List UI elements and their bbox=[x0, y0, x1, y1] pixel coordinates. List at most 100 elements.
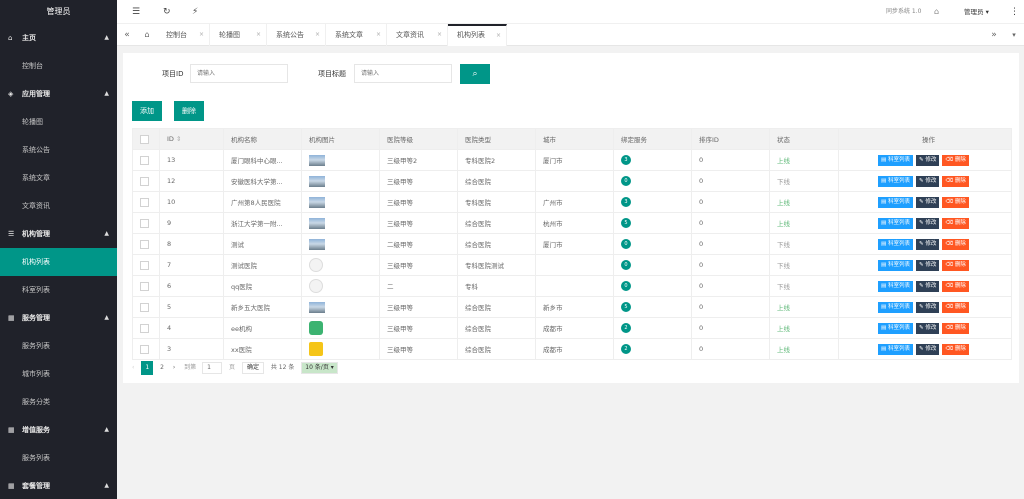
sidebar-item[interactable]: 控制台 bbox=[0, 52, 117, 80]
home-tab-icon[interactable]: ⌂ bbox=[137, 24, 157, 46]
sidebar-item[interactable]: 机构列表 bbox=[0, 248, 117, 276]
row-checkbox[interactable] bbox=[140, 344, 149, 354]
tab[interactable]: 机构列表 × bbox=[448, 24, 507, 46]
row-checkbox[interactable] bbox=[140, 239, 149, 249]
row-checkbox[interactable] bbox=[140, 176, 149, 186]
search-id-input[interactable] bbox=[190, 64, 288, 83]
close-icon[interactable]: × bbox=[256, 24, 261, 46]
delete-row-button[interactable]: ⌫ 删除 bbox=[942, 154, 969, 166]
delete-row-button[interactable]: ⌫ 删除 bbox=[942, 217, 969, 229]
sidebar-group[interactable]: ⌂ 主页 ▲ bbox=[0, 24, 117, 52]
close-icon[interactable]: × bbox=[199, 24, 204, 46]
close-icon[interactable]: × bbox=[376, 24, 381, 46]
row-checkbox-cell[interactable] bbox=[132, 191, 160, 213]
tab-scroll-left-icon[interactable]: « bbox=[117, 24, 137, 46]
departments-button[interactable]: ▤ 科室列表 bbox=[878, 217, 914, 229]
delete-row-button[interactable]: ⌫ 删除 bbox=[942, 259, 969, 271]
row-checkbox-cell[interactable] bbox=[132, 296, 160, 318]
sidebar-group[interactable]: ◈ 应用管理 ▲ bbox=[0, 80, 117, 108]
departments-button[interactable]: ▤ 科室列表 bbox=[878, 175, 914, 187]
sidebar-group[interactable]: ▦ 服务管理 ▲ bbox=[0, 304, 117, 332]
delete-row-button[interactable]: ⌫ 删除 bbox=[942, 175, 969, 187]
edit-button[interactable]: ✎ 修改 bbox=[916, 280, 940, 292]
row-checkbox[interactable] bbox=[140, 302, 149, 312]
page-2-button[interactable]: 2 bbox=[160, 364, 164, 371]
prev-page-icon[interactable]: ‹ bbox=[132, 364, 134, 371]
row-checkbox-cell[interactable] bbox=[132, 317, 160, 339]
edit-button[interactable]: ✎ 修改 bbox=[916, 301, 940, 313]
row-checkbox-cell[interactable] bbox=[132, 170, 160, 192]
next-page-icon[interactable]: › bbox=[173, 364, 175, 371]
goto-confirm-button[interactable]: 确定 bbox=[241, 362, 264, 374]
tab[interactable]: 系统文章 × bbox=[326, 24, 387, 46]
row-checkbox[interactable] bbox=[140, 323, 149, 333]
edit-button[interactable]: ✎ 修改 bbox=[916, 343, 940, 355]
sort-icon[interactable]: ⇕ bbox=[176, 135, 181, 143]
row-checkbox-cell[interactable] bbox=[132, 233, 160, 255]
departments-button[interactable]: ▤ 科室列表 bbox=[878, 280, 914, 292]
departments-button[interactable]: ▤ 科室列表 bbox=[878, 301, 914, 313]
user-menu[interactable]: 管理员 ▾ bbox=[964, 0, 989, 24]
edit-button[interactable]: ✎ 修改 bbox=[916, 175, 940, 187]
sidebar-group[interactable]: ▦ 增值服务 ▲ bbox=[0, 416, 117, 444]
delete-row-button[interactable]: ⌫ 删除 bbox=[942, 196, 969, 208]
header-id[interactable]: ID ⇕ bbox=[159, 128, 224, 150]
departments-button[interactable]: ▤ 科室列表 bbox=[878, 322, 914, 334]
goto-page-input[interactable]: 1 bbox=[202, 362, 223, 374]
sidebar-item[interactable]: 系统文章 bbox=[0, 164, 117, 192]
row-checkbox-cell[interactable] bbox=[132, 254, 160, 276]
sidebar-item[interactable]: 轮播图 bbox=[0, 108, 117, 136]
departments-button[interactable]: ▤ 科室列表 bbox=[878, 238, 914, 250]
row-checkbox-cell[interactable] bbox=[132, 338, 160, 360]
search-button[interactable]: ⌕ bbox=[460, 64, 490, 84]
departments-button[interactable]: ▤ 科室列表 bbox=[878, 196, 914, 208]
sidebar-item[interactable]: 文章资讯 bbox=[0, 192, 117, 220]
tab[interactable]: 系统公告 × bbox=[267, 24, 326, 46]
row-checkbox[interactable] bbox=[140, 155, 149, 165]
refresh-icon[interactable]: ↻ bbox=[163, 0, 171, 24]
tab[interactable]: 控制台 × bbox=[157, 24, 210, 46]
tab-menu-icon[interactable]: ▾ bbox=[1004, 24, 1024, 46]
page-size-select[interactable]: 10 条/页 ▾ bbox=[301, 362, 338, 374]
close-icon[interactable]: × bbox=[437, 24, 442, 46]
row-checkbox-cell[interactable] bbox=[132, 212, 160, 234]
sidebar-group[interactable]: ☰ 机构管理 ▲ bbox=[0, 220, 117, 248]
more-vertical-icon[interactable]: ⋮ bbox=[1010, 0, 1019, 24]
sidebar-item[interactable]: 系统公告 bbox=[0, 136, 117, 164]
tab[interactable]: 轮播图 × bbox=[210, 24, 267, 46]
tag-icon[interactable]: ⌂ bbox=[934, 0, 939, 24]
edit-button[interactable]: ✎ 修改 bbox=[916, 259, 940, 271]
delete-row-button[interactable]: ⌫ 删除 bbox=[942, 280, 969, 292]
sidebar-item[interactable]: 服务列表 bbox=[0, 444, 117, 472]
row-checkbox[interactable] bbox=[140, 197, 149, 207]
edit-button[interactable]: ✎ 修改 bbox=[916, 154, 940, 166]
close-icon[interactable]: × bbox=[315, 24, 320, 46]
edit-button[interactable]: ✎ 修改 bbox=[916, 196, 940, 208]
sidebar-item[interactable]: 城市列表 bbox=[0, 360, 117, 388]
sidebar-item[interactable]: 科室列表 bbox=[0, 276, 117, 304]
delete-row-button[interactable]: ⌫ 删除 bbox=[942, 238, 969, 250]
tab-scroll-right-icon[interactable]: » bbox=[984, 24, 1004, 46]
sidebar-item[interactable]: 服务列表 bbox=[0, 332, 117, 360]
departments-button[interactable]: ▤ 科室列表 bbox=[878, 154, 914, 166]
header-checkbox[interactable] bbox=[132, 128, 160, 150]
departments-button[interactable]: ▤ 科室列表 bbox=[878, 343, 914, 355]
tab[interactable]: 文章资讯 × bbox=[387, 24, 448, 46]
row-checkbox[interactable] bbox=[140, 281, 149, 291]
delete-button[interactable]: 删除 bbox=[174, 101, 204, 121]
row-checkbox-cell[interactable] bbox=[132, 149, 160, 171]
edit-button[interactable]: ✎ 修改 bbox=[916, 238, 940, 250]
sidebar-item[interactable]: 服务分类 bbox=[0, 388, 117, 416]
edit-button[interactable]: ✎ 修改 bbox=[916, 217, 940, 229]
delete-row-button[interactable]: ⌫ 删除 bbox=[942, 322, 969, 334]
departments-button[interactable]: ▤ 科室列表 bbox=[878, 259, 914, 271]
menu-toggle-icon[interactable]: ☰ bbox=[132, 0, 140, 24]
row-checkbox[interactable] bbox=[140, 218, 149, 228]
search-title-input[interactable] bbox=[354, 64, 452, 83]
page-1-button[interactable]: 1 bbox=[141, 361, 154, 375]
row-checkbox[interactable] bbox=[140, 260, 149, 270]
edit-button[interactable]: ✎ 修改 bbox=[916, 322, 940, 334]
sidebar-group[interactable]: ▦ 套餐管理 ▲ bbox=[0, 472, 117, 499]
select-all-checkbox[interactable] bbox=[140, 134, 149, 144]
row-checkbox-cell[interactable] bbox=[132, 275, 160, 297]
